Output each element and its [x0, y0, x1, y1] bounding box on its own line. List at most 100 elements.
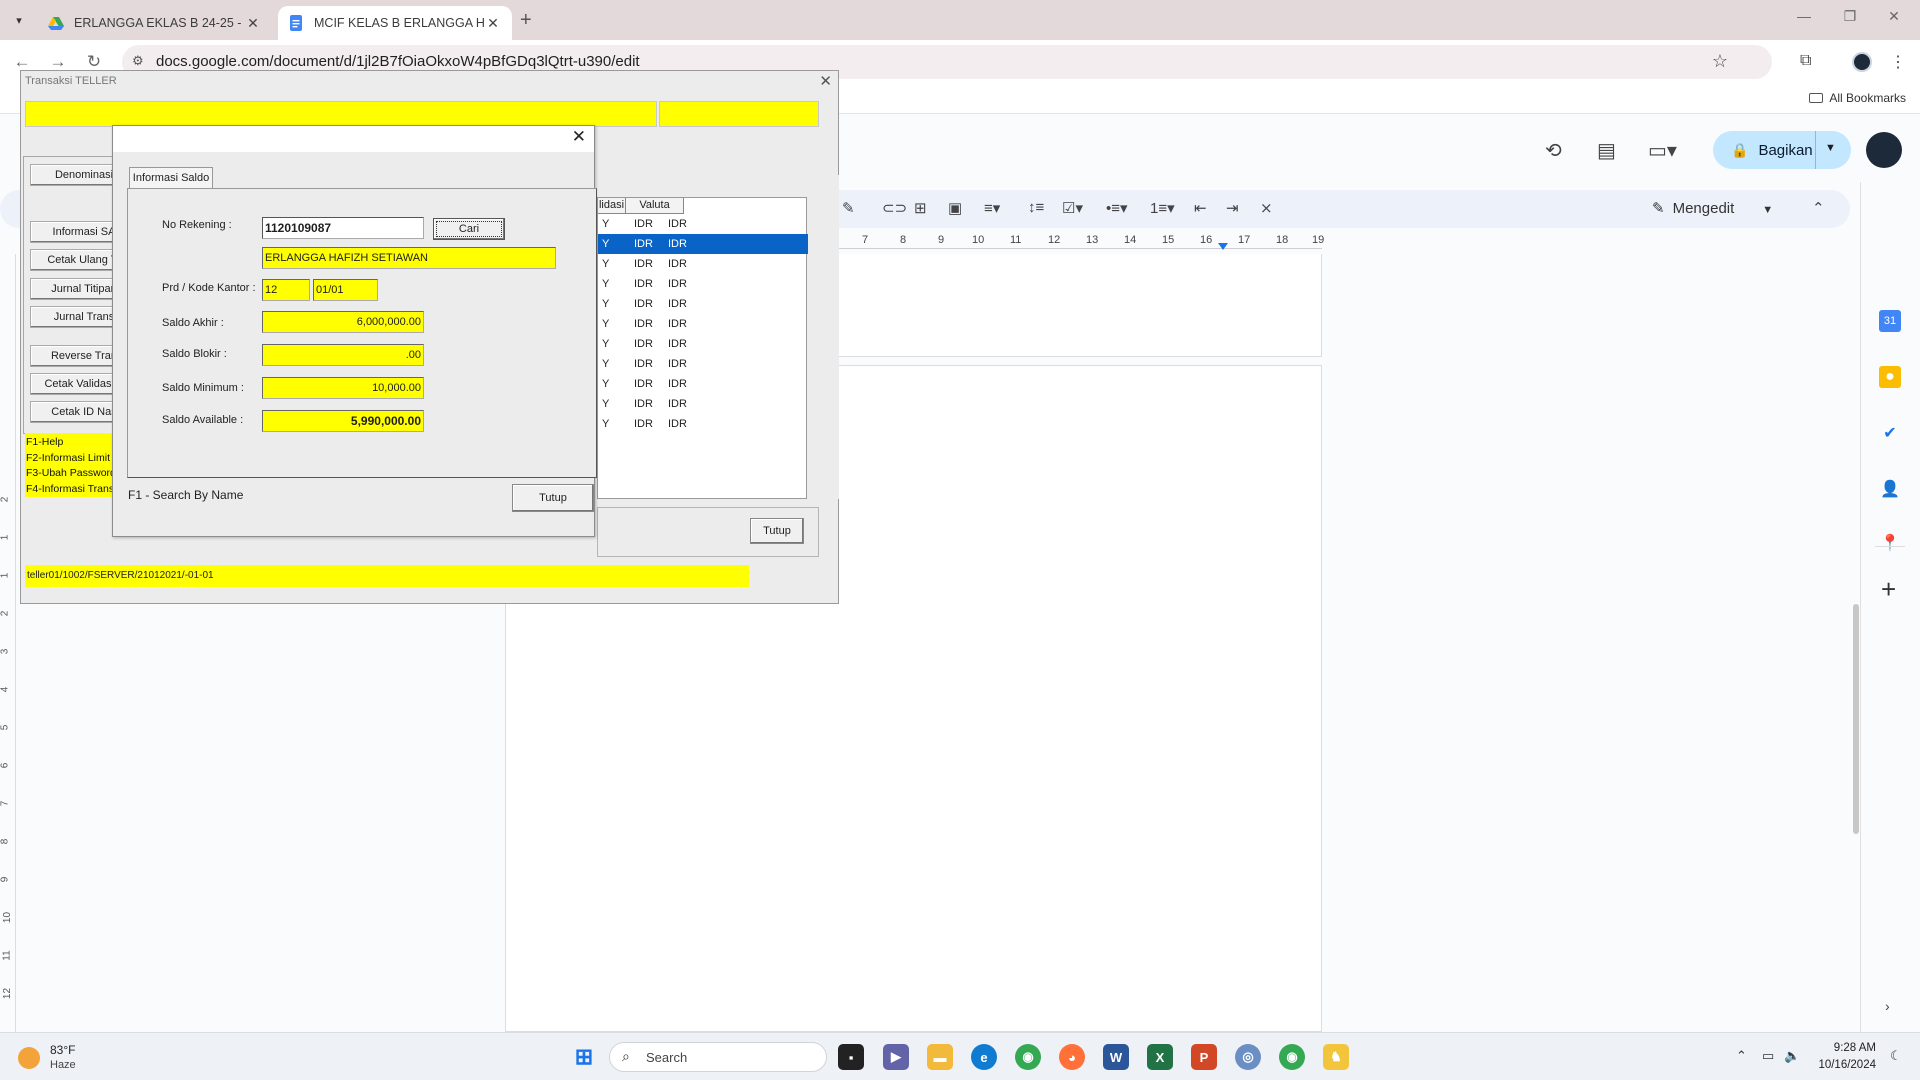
grid-row[interactable]: Y IDR IDR: [598, 274, 808, 294]
transaction-grid[interactable]: lidasi Valuta Y IDR IDR Y IDR IDR Y IDR IDR Y IDR I…: [597, 197, 808, 499]
grid-header-validasi[interactable]: lidasi: [598, 198, 626, 214]
grid-row[interactable]: Y IDR IDR: [598, 374, 808, 394]
tab-informasi-saldo[interactable]: Informasi Saldo: [129, 167, 213, 189]
no-rekening-input[interactable]: 1120109087: [262, 217, 424, 239]
task-view-icon[interactable]: ▪: [838, 1044, 864, 1070]
add-addon-icon[interactable]: +: [1881, 574, 1896, 605]
add-comment-icon[interactable]: ⊞: [914, 199, 927, 217]
profile-avatar[interactable]: [1852, 52, 1872, 72]
url-text[interactable]: docs.google.com/document/d/1jl2B7fOiaOkx…: [156, 53, 640, 70]
clear-formatting-icon[interactable]: ⨯: [1260, 199, 1273, 217]
powerpoint-icon[interactable]: P: [1191, 1044, 1217, 1070]
network-icon[interactable]: ▭: [1762, 1048, 1774, 1064]
bookmark-star-icon[interactable]: ☆: [1712, 51, 1728, 72]
share-button[interactable]: 🔒 Bagikan ▼: [1713, 131, 1851, 169]
grid-row[interactable]: Y IDR IDR: [598, 314, 808, 334]
function-key-help: F1-Help F2-Informasi Limit U F3-Ubah Pas…: [25, 433, 125, 497]
grid-row[interactable]: Y IDR IDR: [598, 234, 808, 254]
close-window-icon[interactable]: ✕: [1874, 8, 1914, 25]
back-icon[interactable]: ←: [10, 52, 34, 72]
grid-row[interactable]: Y IDR IDR: [598, 334, 808, 354]
grid-header-valuta[interactable]: Valuta: [626, 198, 684, 214]
ruler-number: 9: [938, 234, 945, 246]
tab-search-button[interactable]: ▾: [6, 8, 32, 32]
taskbar-search[interactable]: ⌕ Search: [609, 1042, 827, 1072]
chrome-profile-icon[interactable]: ◉: [1279, 1044, 1305, 1070]
volume-icon[interactable]: 🔈: [1784, 1048, 1800, 1064]
close-button[interactable]: Tutup: [750, 518, 804, 544]
increase-indent-icon[interactable]: ⇥: [1226, 199, 1239, 217]
file-explorer-icon[interactable]: ▬: [927, 1044, 953, 1070]
browser-tab-docs[interactable]: MCIF KELAS B ERLANGGA HAFIZ ✕: [278, 6, 512, 40]
grid-row[interactable]: Y IDR IDR: [598, 414, 808, 434]
grid-row[interactable]: Y IDR IDR: [598, 294, 808, 314]
site-info-icon[interactable]: ⚙: [132, 53, 144, 69]
prd-kode-kantor-label: Prd / Kode Kantor :: [162, 282, 256, 294]
browser-tab-drive[interactable]: ERLANGGA EKLAS B 24-25 - Go ✕: [38, 6, 272, 40]
clock-time[interactable]: 9:28 AM: [1816, 1042, 1876, 1054]
maps-icon[interactable]: 📍: [1879, 532, 1901, 554]
notifications-icon[interactable]: ☾: [1890, 1048, 1902, 1064]
highlight-icon[interactable]: ✎: [842, 199, 855, 217]
ruler-number: 13: [1086, 234, 1099, 246]
version-history-icon[interactable]: ⟲: [1545, 138, 1562, 163]
checklist-icon[interactable]: ☑▾: [1062, 199, 1083, 217]
account-avatar[interactable]: [1866, 132, 1902, 168]
restore-icon[interactable]: ❐: [1830, 8, 1870, 25]
all-bookmarks-button[interactable]: All Bookmarks: [1809, 91, 1906, 105]
tasks-icon[interactable]: ✔: [1879, 422, 1901, 444]
meet-icon[interactable]: ▭▾: [1648, 138, 1677, 163]
grid-row[interactable]: Y IDR IDR: [598, 214, 808, 234]
line-spacing-icon[interactable]: ↕≡: [1028, 199, 1044, 216]
decrease-indent-icon[interactable]: ⇤: [1194, 199, 1207, 217]
edge-icon[interactable]: e: [971, 1044, 997, 1070]
align-icon[interactable]: ≡▾: [984, 199, 1000, 217]
calendar-icon[interactable]: 31: [1879, 310, 1901, 332]
teams-icon[interactable]: ▶: [883, 1044, 909, 1070]
grid-cell: Y: [602, 278, 610, 290]
editing-mode-selector[interactable]: ✎ Mengedit ▼: [1652, 199, 1773, 217]
new-tab-icon[interactable]: +: [520, 9, 532, 32]
tab-title: ERLANGGA EKLAS B 24-25 - Go: [74, 16, 244, 30]
grid-row[interactable]: Y IDR IDR: [598, 254, 808, 274]
image-icon[interactable]: ▣: [948, 199, 962, 217]
chrome-icon[interactable]: ◉: [1015, 1044, 1041, 1070]
show-hidden-icons[interactable]: ⌃: [1736, 1048, 1747, 1064]
bullet-list-icon[interactable]: •≡▾: [1106, 199, 1128, 217]
excel-icon[interactable]: X: [1147, 1044, 1173, 1070]
grid-cell: IDR: [634, 218, 653, 230]
start-icon[interactable]: ⊞: [571, 1044, 597, 1070]
grid-row[interactable]: Y IDR IDR: [598, 394, 808, 414]
close-icon[interactable]: ✕: [819, 72, 832, 90]
minimize-icon[interactable]: —: [1784, 8, 1824, 24]
firefox-icon[interactable]: ◕: [1059, 1044, 1085, 1070]
clock-date[interactable]: 10/16/2024: [1808, 1059, 1876, 1071]
contacts-icon[interactable]: 👤: [1879, 478, 1901, 500]
extensions-icon[interactable]: ⧉: [1800, 52, 1811, 70]
close-tab-icon[interactable]: ✕: [484, 15, 502, 32]
close-icon[interactable]: ✕: [572, 127, 586, 147]
keep-icon[interactable]: ●: [1879, 366, 1901, 388]
teller-app-icon[interactable]: ♞: [1323, 1044, 1349, 1070]
app-icon[interactable]: ◎: [1235, 1044, 1261, 1070]
word-icon[interactable]: W: [1103, 1044, 1129, 1070]
reload-icon[interactable]: ↻: [82, 52, 106, 72]
indent-marker[interactable]: [1218, 243, 1228, 250]
share-dropdown-icon[interactable]: ▼: [1825, 142, 1836, 154]
link-icon[interactable]: ⊂⊃: [882, 199, 907, 217]
chrome-menu-icon[interactable]: ⋮: [1890, 52, 1906, 72]
close-tab-icon[interactable]: ✕: [244, 15, 262, 32]
horizontal-ruler[interactable]: 7 8 9 10 11 12 13 14 15 16 17 18 19: [838, 232, 1324, 252]
numbered-list-icon[interactable]: 1≡▾: [1150, 199, 1175, 217]
cari-button[interactable]: Cari: [433, 218, 505, 240]
docs-scrollbar[interactable]: [1853, 604, 1859, 834]
dialog-titlebar: ✕: [113, 126, 594, 152]
weather-widget[interactable]: 83°F Haze: [18, 1043, 138, 1073]
ruler-number: 12: [2, 987, 14, 1000]
grid-row[interactable]: Y IDR IDR: [598, 354, 808, 374]
chevron-right-icon[interactable]: ›: [1885, 998, 1890, 1014]
collapse-toolbar-icon[interactable]: ⌃: [1812, 199, 1825, 217]
forward-icon[interactable]: →: [46, 52, 70, 72]
comments-icon[interactable]: ▤: [1597, 138, 1616, 163]
close-button[interactable]: Tutup: [512, 484, 594, 512]
